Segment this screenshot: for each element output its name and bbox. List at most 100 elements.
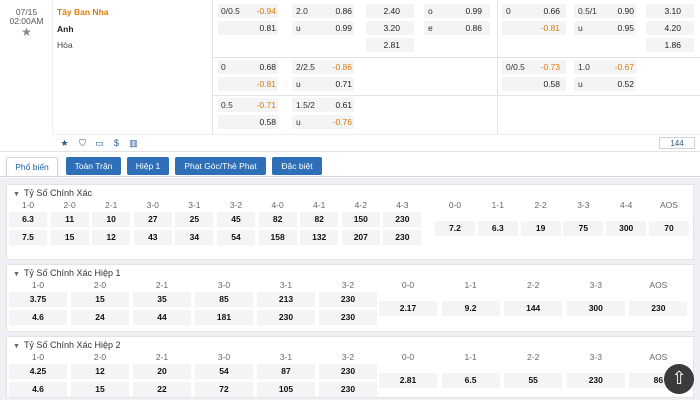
- odds-value[interactable]: 0.66: [524, 4, 560, 19]
- collapse-triangle-icon[interactable]: ▼: [13, 343, 20, 350]
- away-score-odds[interactable]: 105: [257, 382, 315, 397]
- away-score-odds[interactable]: 24: [71, 310, 129, 325]
- odds-1x2-draw[interactable]: 1.86: [646, 38, 681, 53]
- odds-value[interactable]: 0.86: [316, 4, 352, 19]
- home-score-odds[interactable]: 3.75: [9, 292, 67, 307]
- draw-score-odds[interactable]: 230: [566, 373, 625, 388]
- home-score-odds[interactable]: 54: [195, 364, 253, 379]
- odds-value[interactable]: 0.58: [524, 77, 560, 92]
- tab-full-match[interactable]: Toàn Trận: [66, 157, 121, 175]
- away-score-odds[interactable]: 15: [71, 382, 129, 397]
- section-title[interactable]: ▼ Tỷ Số Chính Xác: [13, 188, 92, 198]
- home-team-name[interactable]: Tây Ban Nha: [57, 7, 207, 17]
- home-score-odds[interactable]: 85: [195, 292, 253, 307]
- scroll-to-top-icon[interactable]: ⇧: [664, 364, 694, 394]
- home-score-odds[interactable]: 15: [71, 292, 129, 307]
- away-score-odds[interactable]: 22: [133, 382, 191, 397]
- odds-value[interactable]: -0.71: [240, 98, 276, 113]
- home-score-odds[interactable]: 10: [92, 212, 131, 227]
- away-score-odds[interactable]: 15: [50, 230, 89, 245]
- away-score-odds[interactable]: 54: [217, 230, 255, 245]
- tab-first-half[interactable]: Hiệp 1: [127, 157, 169, 175]
- draw-score-odds[interactable]: 230: [629, 301, 688, 316]
- away-score-odds[interactable]: 230: [257, 310, 315, 325]
- away-score-odds[interactable]: 34: [175, 230, 214, 245]
- collapse-triangle-icon[interactable]: ▼: [13, 191, 20, 198]
- chart-icon[interactable]: ▥: [128, 138, 139, 149]
- odds-value[interactable]: 0.99: [446, 4, 482, 19]
- odds-1x2-home[interactable]: 3.10: [646, 4, 681, 19]
- draw-score-odds[interactable]: 9.2: [441, 301, 500, 316]
- home-score-odds[interactable]: 27: [133, 212, 172, 227]
- home-score-odds[interactable]: 35: [133, 292, 191, 307]
- draw-score-odds[interactable]: 2.17: [379, 301, 437, 316]
- home-score-odds[interactable]: 6.3: [9, 212, 47, 227]
- tv-icon[interactable]: ▭: [94, 138, 105, 149]
- odds-value[interactable]: 0.52: [598, 77, 634, 92]
- draw-score-odds[interactable]: 70: [649, 221, 689, 236]
- draw-score-odds[interactable]: 19: [520, 221, 561, 236]
- draw-score-odds[interactable]: 300: [606, 221, 647, 236]
- odds-value[interactable]: 0.71: [316, 77, 352, 92]
- more-markets-count[interactable]: 144: [659, 137, 695, 149]
- odds-1x2-home[interactable]: 2.40: [366, 4, 400, 19]
- away-score-odds[interactable]: 230: [319, 382, 377, 397]
- odds-value[interactable]: 0.90: [598, 4, 634, 19]
- odds-value[interactable]: -0.73: [524, 60, 560, 75]
- odds-1x2-away[interactable]: 3.20: [366, 21, 400, 36]
- tab-special[interactable]: Đặc biệt: [272, 157, 322, 175]
- odds-value[interactable]: 0.68: [240, 60, 276, 75]
- draw-score-odds[interactable]: 2.81: [379, 373, 437, 388]
- draw-score-odds[interactable]: 6.3: [477, 221, 518, 236]
- odds-1x2-draw[interactable]: 2.81: [366, 38, 400, 53]
- draw-score-odds[interactable]: 6.5: [441, 373, 500, 388]
- away-score-odds[interactable]: 181: [195, 310, 253, 325]
- home-score-odds[interactable]: 12: [71, 364, 129, 379]
- home-score-odds[interactable]: 4.25: [9, 364, 67, 379]
- away-score-odds[interactable]: 4.6: [9, 382, 67, 397]
- odds-value[interactable]: -0.81: [240, 77, 276, 92]
- favorite-star-icon[interactable]: ★: [0, 25, 53, 39]
- odds-value[interactable]: -0.76: [316, 115, 352, 130]
- away-score-odds[interactable]: 230: [383, 230, 422, 245]
- collapse-triangle-icon[interactable]: ▼: [13, 271, 20, 278]
- odds-value[interactable]: 0.61: [316, 98, 352, 113]
- home-score-odds[interactable]: 82: [258, 212, 297, 227]
- odds-value[interactable]: -0.94: [240, 4, 276, 19]
- away-team-name[interactable]: Anh: [57, 24, 207, 34]
- section-title[interactable]: ▼ Tỷ Số Chính Xác Hiệp 2: [13, 340, 121, 350]
- odds-value[interactable]: -0.81: [524, 21, 560, 36]
- draw-score-odds[interactable]: 300: [566, 301, 625, 316]
- dollar-icon[interactable]: $: [111, 138, 122, 149]
- shirt-icon[interactable]: ⛉: [77, 138, 88, 149]
- home-score-odds[interactable]: 82: [300, 212, 339, 227]
- home-score-odds[interactable]: 150: [341, 212, 380, 227]
- tab-popular[interactable]: Phổ biến: [6, 157, 58, 178]
- home-score-odds[interactable]: 230: [319, 292, 377, 307]
- star-icon[interactable]: ★: [59, 138, 70, 149]
- draw-score-odds[interactable]: 144: [504, 301, 563, 316]
- section-title[interactable]: ▼ Tỷ Số Chính Xác Hiệp 1: [13, 268, 121, 278]
- away-score-odds[interactable]: 4.6: [9, 310, 67, 325]
- home-score-odds[interactable]: 11: [50, 212, 89, 227]
- home-score-odds[interactable]: 87: [257, 364, 315, 379]
- odds-value[interactable]: -0.67: [598, 60, 634, 75]
- away-score-odds[interactable]: 230: [319, 310, 377, 325]
- away-score-odds[interactable]: 7.5: [9, 230, 47, 245]
- odds-value[interactable]: 0.86: [446, 21, 482, 36]
- away-score-odds[interactable]: 158: [258, 230, 297, 245]
- odds-value[interactable]: 0.58: [240, 115, 276, 130]
- home-score-odds[interactable]: 213: [257, 292, 315, 307]
- home-score-odds[interactable]: 230: [319, 364, 377, 379]
- home-score-odds[interactable]: 25: [175, 212, 214, 227]
- away-score-odds[interactable]: 207: [341, 230, 380, 245]
- away-score-odds[interactable]: 12: [92, 230, 131, 245]
- home-score-odds[interactable]: 230: [383, 212, 422, 227]
- odds-1x2-away[interactable]: 4.20: [646, 21, 681, 36]
- away-score-odds[interactable]: 43: [133, 230, 172, 245]
- draw-score-odds[interactable]: 75: [563, 221, 604, 236]
- odds-value[interactable]: 0.99: [316, 21, 352, 36]
- away-score-odds[interactable]: 132: [300, 230, 339, 245]
- away-score-odds[interactable]: 44: [133, 310, 191, 325]
- tab-corners-cards[interactable]: Phạt Góc/Thẻ Phạt: [175, 157, 266, 175]
